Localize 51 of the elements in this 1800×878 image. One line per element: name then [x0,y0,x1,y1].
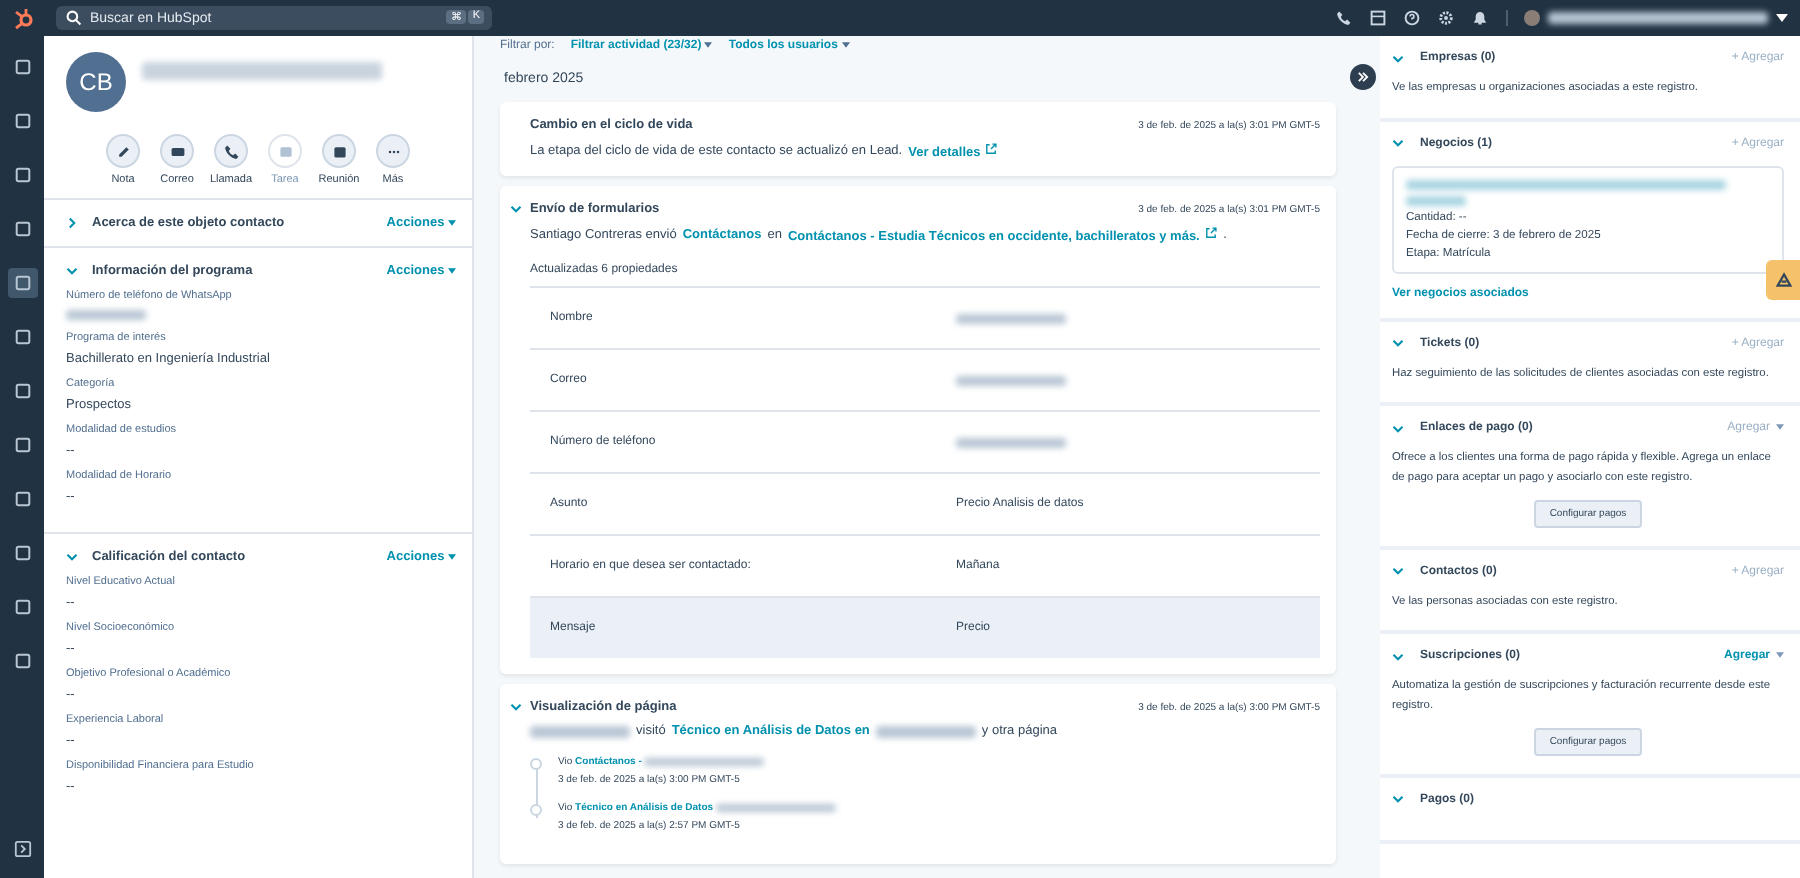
bell-icon[interactable] [1472,10,1488,26]
chevron-icon[interactable] [1392,138,1404,149]
chevron-icon[interactable] [1392,651,1404,662]
account-menu[interactable] [1506,10,1788,26]
chevron-icon[interactable] [510,702,522,712]
caret-icon [1776,652,1784,659]
chevron-icon[interactable] [67,217,77,229]
calendar-icon [331,143,347,159]
external-link-icon [984,142,999,156]
chevron-icon[interactable] [66,266,78,276]
redacted-text [715,803,836,812]
chevron-icon[interactable] [510,204,522,214]
help-icon[interactable] [1404,10,1420,26]
caret-icon [1776,424,1784,431]
square-icon [277,143,293,159]
caret-icon [448,268,456,274]
envelope-icon [169,143,185,159]
caret-icon [448,554,456,560]
expand-icon[interactable] [13,840,31,858]
caret-icon [448,220,456,226]
chevron-icon[interactable] [1392,566,1404,577]
avatar: CB [66,52,126,112]
action-button[interactable] [160,134,194,168]
redacted-text [875,725,976,737]
external-link-icon [1203,226,1218,240]
chevron-icon[interactable] [1392,338,1404,349]
redacted-text [530,725,630,737]
collapse-button[interactable] [1350,64,1376,90]
phone-icon[interactable] [1336,10,1352,26]
chevron-icon[interactable] [1392,53,1404,63]
phone-icon [223,143,239,159]
timeline-dot [530,804,542,816]
redacted-text [1406,195,1466,206]
triangle-icon [1775,272,1791,288]
action-button[interactable] [322,134,356,168]
sprocket-logo-icon[interactable] [12,6,36,30]
caret-icon [841,42,850,48]
caret-icon [1776,14,1788,22]
assistant-button[interactable] [1766,260,1800,300]
redacted-text [644,757,765,766]
timeline-dot [530,758,542,770]
action-button[interactable] [106,134,140,168]
nav-icon[interactable] [7,268,37,298]
chevron-icon[interactable] [1392,423,1404,434]
chevron-icon[interactable] [1392,794,1404,805]
double-chevron-icon [1356,70,1370,84]
caret-icon [704,42,713,48]
chevron-icon[interactable] [66,552,78,562]
pencil-icon [115,143,131,159]
settings-icon[interactable] [1438,10,1454,26]
action-button[interactable] [214,134,248,168]
